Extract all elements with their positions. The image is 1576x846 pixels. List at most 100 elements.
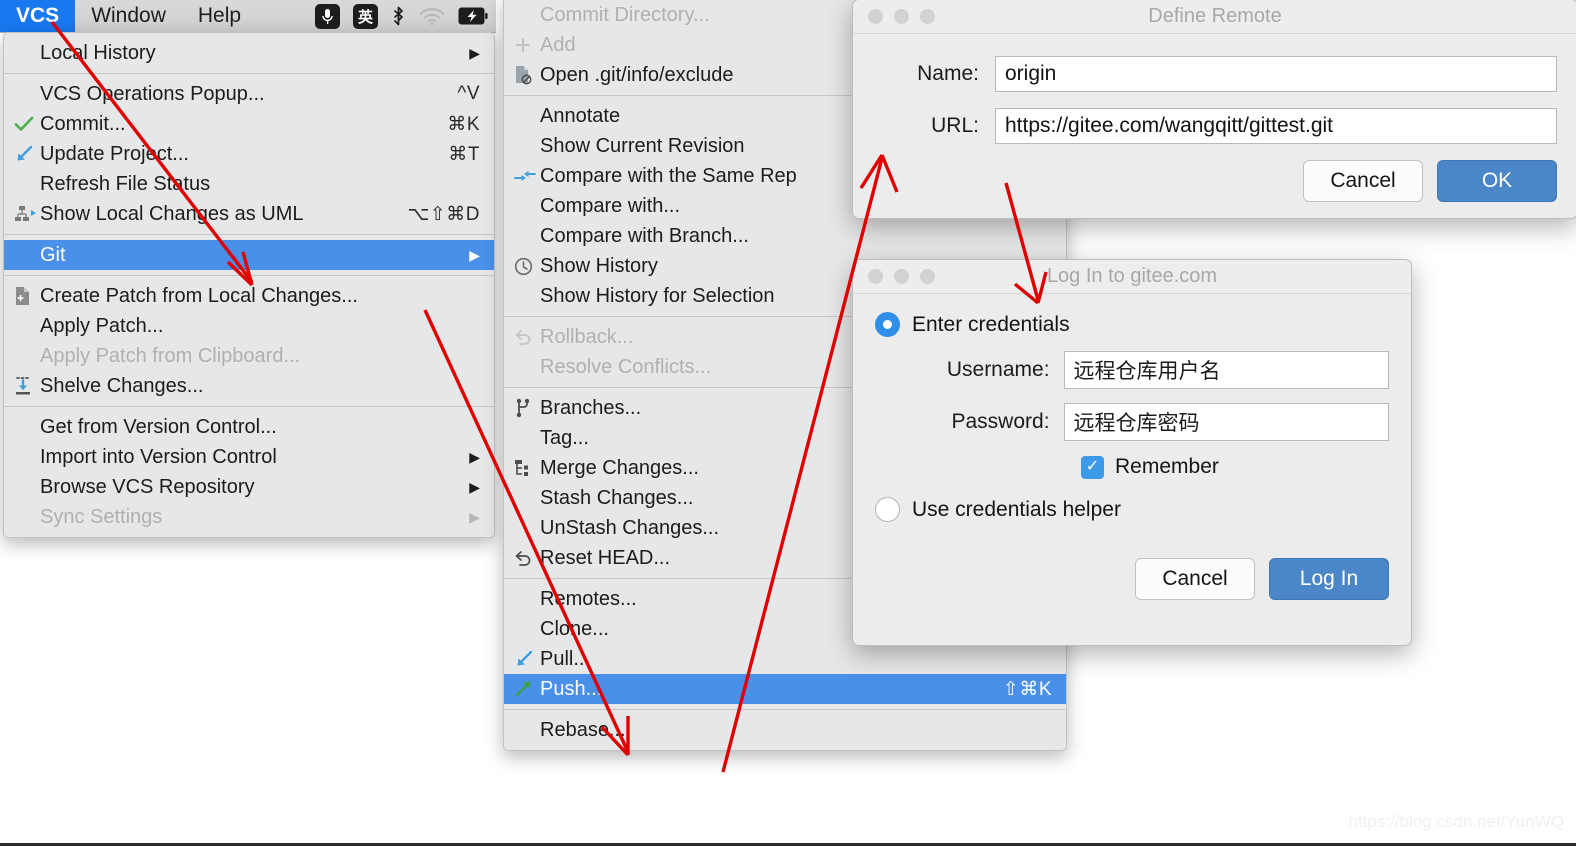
menu-item-vcs-operations-popup[interactable]: VCS Operations Popup... ^V	[4, 79, 494, 109]
menubar-item-vcs[interactable]: VCS	[0, 0, 76, 32]
menu-item-label: Compare with Branch...	[540, 224, 749, 247]
git-item-pull[interactable]: Pull...	[504, 644, 1066, 674]
ime-chinese-icon[interactable]: 英	[353, 3, 378, 29]
menu-item-get-from-version-control[interactable]: Get from Version Control...	[4, 412, 494, 442]
menu-item-accelerator: ⌥⇧⌘D	[407, 203, 480, 225]
submenu-arrow-icon: ▶	[469, 448, 480, 465]
cancel-button[interactable]: Cancel	[1303, 160, 1423, 202]
menu-item-label: Import into Version Control	[40, 445, 277, 468]
define-remote-titlebar: Define Remote	[853, 0, 1576, 34]
macos-menu-bar: VCS Window Help 英	[0, 0, 496, 33]
git-item-push[interactable]: Push... ⇧⌘K	[504, 674, 1066, 704]
remote-name-label: Name:	[917, 62, 979, 85]
menu-item-label: Local History	[40, 41, 156, 64]
menu-item-label: Sync Settings	[40, 505, 163, 528]
password-row: Password: 远程仓库密码	[875, 403, 1389, 441]
username-input[interactable]: 远程仓库用户名	[1063, 351, 1389, 389]
menubar-status-icons: 英	[315, 3, 496, 29]
merge-icon	[514, 459, 540, 477]
menu-item-label: Pull...	[540, 647, 591, 670]
username-label: Username:	[946, 358, 1050, 381]
menu-item-label: Show Local Changes as UML	[40, 202, 304, 225]
pull-arrow-icon	[514, 650, 540, 668]
patch-file-icon	[14, 286, 40, 306]
menu-item-git[interactable]: Git ▶	[4, 240, 494, 270]
menu-item-label: Get from Version Control...	[40, 415, 277, 438]
menu-item-label: Shelve Changes...	[40, 374, 204, 397]
submenu-arrow-icon: ▶	[469, 478, 480, 495]
menu-item-shelve-changes[interactable]: Shelve Changes...	[4, 371, 494, 401]
login-body: Enter credentials Username: 远程仓库用户名 Pass…	[853, 294, 1411, 600]
menu-item-apply-patch-from-clipboard: Apply Patch from Clipboard...	[4, 341, 494, 371]
login-button[interactable]: Log In	[1269, 558, 1389, 600]
menu-item-create-patch-from-local-changes[interactable]: Create Patch from Local Changes...	[4, 281, 494, 311]
git-item-rebase[interactable]: Rebase...	[504, 715, 1066, 745]
menu-item-label: Browse VCS Repository	[40, 475, 255, 498]
define-remote-buttons: Cancel OK	[873, 160, 1557, 202]
password-label: Password:	[951, 410, 1050, 433]
login-titlebar: Log In to gitee.com	[853, 260, 1411, 294]
remote-url-row: URL: https://gitee.com/wangqitt/gittest.…	[873, 108, 1557, 144]
menu-item-label: Rebase...	[540, 718, 626, 741]
battery-charging-icon[interactable]	[458, 7, 488, 25]
menu-item-label: Apply Patch...	[40, 314, 164, 337]
cancel-button[interactable]: Cancel	[1135, 558, 1255, 600]
wifi-icon[interactable]	[419, 7, 445, 26]
branch-icon	[514, 398, 540, 418]
microphone-icon[interactable]	[315, 3, 340, 29]
use-credentials-helper-option[interactable]: Use credentials helper	[875, 497, 1389, 522]
define-remote-dialog: Define Remote Name: origin URL: https://…	[852, 0, 1576, 219]
ok-button[interactable]: OK	[1437, 160, 1557, 202]
compare-same-repo-icon	[514, 168, 540, 184]
menu-item-update-project[interactable]: Update Project... ⌘T	[4, 139, 494, 169]
menu-item-local-history[interactable]: Local History ▶	[4, 38, 494, 68]
menu-item-accelerator: ⇧⌘K	[1002, 678, 1052, 700]
remote-name-input[interactable]: origin	[995, 56, 1557, 92]
plus-icon	[514, 36, 540, 54]
menu-item-apply-patch[interactable]: Apply Patch...	[4, 311, 494, 341]
submenu-arrow-icon: ▶	[469, 508, 480, 525]
remote-url-input[interactable]: https://gitee.com/wangqitt/gittest.git	[995, 108, 1557, 144]
enter-credentials-label: Enter credentials	[912, 312, 1070, 336]
login-title: Log In to gitee.com	[1046, 265, 1218, 287]
menu-item-label: Commit...	[40, 112, 126, 135]
menubar-item-help[interactable]: Help	[182, 0, 257, 32]
define-remote-body: Name: origin URL: https://gitee.com/wang…	[853, 34, 1576, 202]
login-buttons: Cancel Log In	[875, 558, 1389, 600]
menu-item-accelerator: ⌘K	[447, 113, 480, 135]
menu-separator	[4, 234, 494, 235]
menu-item-label: Push...	[540, 677, 603, 700]
submenu-arrow-icon: ▶	[469, 246, 480, 263]
ime-glyph: 英	[353, 3, 378, 29]
bluetooth-icon[interactable]	[391, 5, 406, 27]
menu-item-label: Refresh File Status	[40, 172, 211, 195]
push-arrow-icon	[514, 680, 540, 698]
radio-enter-credentials[interactable]	[875, 312, 900, 337]
menu-separator	[4, 73, 494, 74]
watermark-text: https://blog.csdn.net/YunWQ	[1348, 812, 1564, 831]
git-item-compare-with-branch[interactable]: Compare with Branch...	[504, 221, 1066, 251]
enter-credentials-option[interactable]: Enter credentials	[875, 312, 1389, 337]
menu-item-label: Git	[40, 243, 66, 266]
rollback-icon	[514, 329, 540, 346]
remember-row[interactable]: ✓ Remember	[1081, 455, 1389, 479]
menu-separator	[504, 709, 1066, 710]
shelve-download-icon	[14, 376, 40, 396]
menu-item-import-into-version-control[interactable]: Import into Version Control ▶	[4, 442, 494, 472]
screen-root: VCS Window Help 英 Local History ▶ VCS Op…	[0, 0, 1576, 846]
menu-separator	[4, 275, 494, 276]
menu-item-show-local-changes-as-uml[interactable]: Show Local Changes as UML ⌥⇧⌘D	[4, 199, 494, 229]
arrow-down-left-blue-icon	[14, 145, 40, 163]
menu-item-accelerator: ^V	[457, 83, 480, 104]
define-remote-title: Define Remote	[1148, 5, 1282, 27]
radio-use-credentials-helper[interactable]	[875, 497, 900, 522]
menu-item-commit[interactable]: Commit... ⌘K	[4, 109, 494, 139]
remember-checkbox[interactable]: ✓	[1081, 455, 1104, 479]
menu-item-label: Update Project...	[40, 142, 189, 165]
menu-item-refresh-file-status[interactable]: Refresh File Status	[4, 169, 494, 199]
password-input[interactable]: 远程仓库密码	[1063, 403, 1389, 441]
menu-item-browse-vcs-repository[interactable]: Browse VCS Repository ▶	[4, 472, 494, 502]
menubar-item-window[interactable]: Window	[75, 0, 182, 32]
reset-head-icon	[514, 550, 540, 567]
submenu-arrow-icon: ▶	[469, 44, 480, 61]
